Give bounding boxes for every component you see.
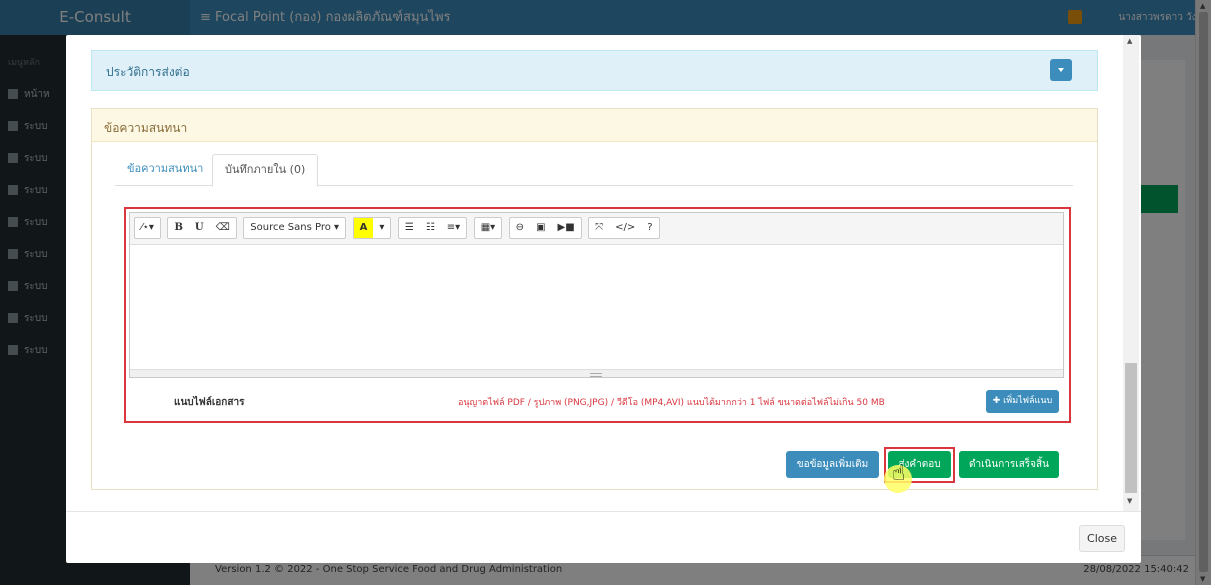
modal-body: ประวัติการส่งต่อ ข้อความสนทนา ข้อความสนท…	[66, 35, 1141, 511]
history-panel[interactable]: ประวัติการส่งต่อ	[91, 50, 1098, 91]
underline-button[interactable]: U	[189, 218, 210, 238]
add-attachment-button[interactable]: ✚ เพิ่มไฟล์แนบ	[986, 390, 1059, 413]
conversation-panel-title: ข้อความสนทนา	[92, 109, 1097, 142]
highlight-color-button[interactable]: A	[353, 218, 374, 238]
collapse-chevron-icon[interactable]	[1050, 59, 1072, 81]
modal-scrollbar[interactable]: ▲ ▼	[1123, 35, 1139, 511]
conversation-panel: ข้อความสนทนา ข้อความสนทนา บันทึกภายใน (0…	[91, 108, 1098, 490]
modal-dialog: ประวัติการส่งต่อ ข้อความสนทนา ข้อความสนท…	[66, 35, 1141, 563]
conversation-tabs: ข้อความสนทนา บันทึกภายใน (0)	[115, 154, 1073, 187]
ordered-list-icon[interactable]: ☷	[420, 218, 441, 238]
image-icon[interactable]: ▣	[530, 218, 551, 238]
hand-cursor-icon: ☝	[892, 461, 906, 486]
tab-conversation[interactable]: ข้อความสนทนา	[115, 154, 215, 186]
font-family-dropdown[interactable]: Source Sans Pro ▾	[244, 218, 345, 238]
align-dropdown-icon[interactable]: ≡▾	[441, 218, 466, 238]
close-button[interactable]: Close	[1079, 525, 1125, 552]
table-icon[interactable]: ▦▾	[475, 218, 501, 238]
video-icon[interactable]: ▶■	[552, 218, 581, 238]
help-icon[interactable]: ?	[641, 218, 658, 238]
magic-style-icon[interactable]: ⁄⋆▾	[135, 218, 160, 238]
request-more-info-button[interactable]: ขอข้อมูลเพิ่มเติม	[786, 451, 879, 478]
editor-highlight-box: ⁄⋆▾ B U ⌫ Source Sans Pro ▾ A ▾ ☰ ☷ ≡▾ ▦▾	[124, 207, 1071, 423]
editor-toolbar: ⁄⋆▾ B U ⌫ Source Sans Pro ▾ A ▾ ☰ ☷ ≡▾ ▦▾	[130, 213, 1063, 245]
history-panel-title: ประวัติการส่งต่อ	[106, 65, 190, 79]
attach-label: แนบไฟล์เอกสาร	[174, 397, 245, 408]
attach-note: อนุญาตไฟล์ PDF / รูปภาพ (PNG,JPG) / วีดี…	[458, 398, 885, 408]
bold-button[interactable]: B	[168, 218, 188, 238]
modal-footer: Close	[66, 511, 1141, 563]
tab-internal-notes[interactable]: บันทึกภายใน (0)	[212, 154, 319, 187]
modal-scroll-thumb[interactable]	[1125, 363, 1137, 493]
rich-text-editor: ⁄⋆▾ B U ⌫ Source Sans Pro ▾ A ▾ ☰ ☷ ≡▾ ▦▾	[129, 212, 1064, 378]
scroll-up-icon[interactable]: ▲	[1127, 37, 1132, 45]
editor-resize-handle[interactable]	[130, 369, 1063, 377]
scroll-down-icon[interactable]: ▼	[1127, 497, 1132, 505]
color-dropdown-icon[interactable]: ▾	[373, 218, 390, 238]
link-icon[interactable]: ⊖	[510, 218, 530, 238]
action-buttons: ขอข้อมูลเพิ่มเติม ส่งคำตอบ ดำเนินการเสร็…	[92, 447, 1099, 483]
unordered-list-icon[interactable]: ☰	[399, 218, 420, 238]
editor-text-area[interactable]	[130, 245, 1063, 377]
fullscreen-icon[interactable]: ⤧	[589, 218, 609, 238]
eraser-icon[interactable]: ⌫	[210, 218, 236, 238]
code-view-icon[interactable]: </>	[609, 218, 641, 238]
finish-button[interactable]: ดำเนินการเสร็จสิ้น	[959, 451, 1059, 478]
